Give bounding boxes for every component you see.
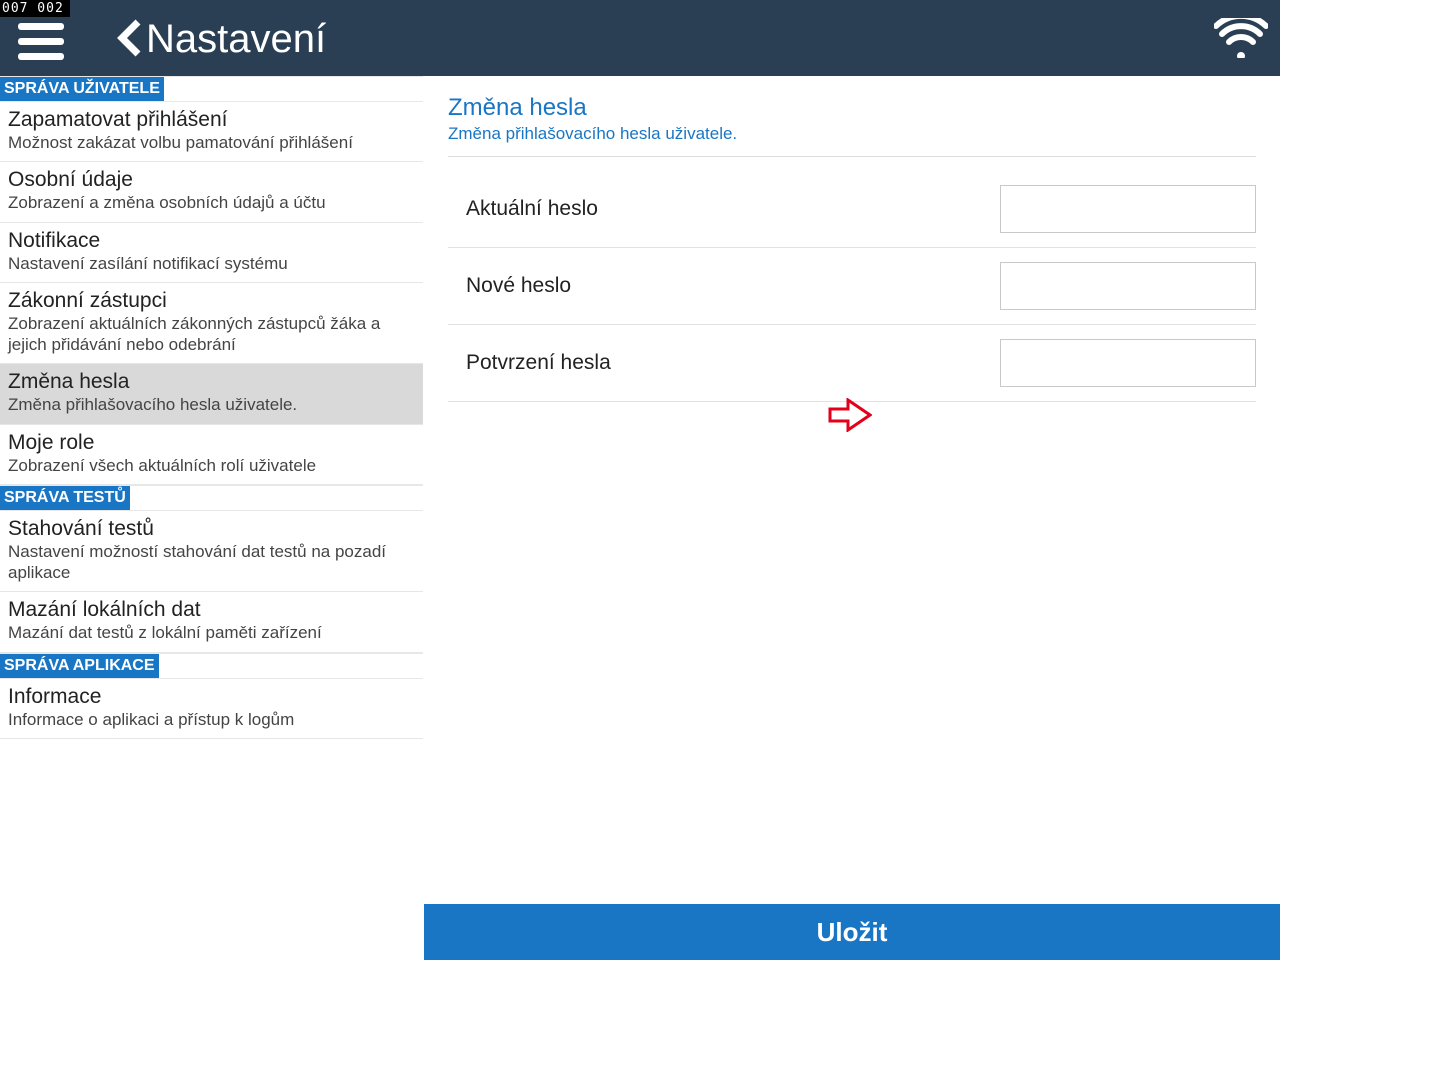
sidebar-item[interactable]: Zapamatovat přihlášeníMožnost zakázat vo…: [0, 102, 423, 162]
form-row: Potvrzení hesla: [448, 325, 1256, 402]
form-label: Aktuální heslo: [466, 197, 1000, 221]
sidebar-item-sub: Mazání dat testů z lokální paměti zaříze…: [8, 622, 415, 643]
content-subtitle: Změna přihlašovacího hesla uživatele.: [448, 124, 1256, 144]
password-input[interactable]: [1000, 262, 1256, 310]
form-label: Nové heslo: [466, 274, 1000, 298]
back-button[interactable]: [116, 18, 142, 63]
content-pane: Změna hesla Změna přihlašovacího hesla u…: [424, 76, 1280, 960]
chevron-left-icon: [116, 18, 142, 58]
sidebar-item-sub: Změna přihlašovacího hesla uživatele.: [8, 394, 415, 415]
debug-badge: 007 002: [0, 0, 70, 17]
app-header: 007 002 Nastavení: [0, 0, 1280, 76]
sidebar-item[interactable]: Stahování testůNastavení možností stahov…: [0, 511, 423, 593]
sidebar-item-title: Zapamatovat přihlášení: [8, 108, 415, 132]
sidebar-item-title: Mazání lokálních dat: [8, 598, 415, 622]
password-form: Aktuální heslo Nové heslo Potvrzení hesla: [448, 171, 1256, 402]
form-label: Potvrzení hesla: [466, 351, 1000, 375]
sidebar-item-sub: Zobrazení aktuálních zákonných zástupců …: [8, 313, 415, 356]
sidebar-item[interactable]: Změna heslaZměna přihlašovacího hesla už…: [0, 364, 423, 424]
section-header: SPRÁVA APLIKACE: [0, 654, 159, 678]
save-button[interactable]: Uložit: [424, 904, 1280, 960]
section-header: SPRÁVA UŽIVATELE: [0, 77, 164, 101]
wifi-icon: [1214, 18, 1268, 63]
sidebar-item[interactable]: Osobní údajeZobrazení a změna osobních ú…: [0, 162, 423, 222]
arrow-right-icon: [828, 398, 872, 432]
content-title: Změna hesla: [448, 94, 1256, 122]
sidebar-item-sub: Informace o aplikaci a přístup k logům: [8, 709, 415, 730]
sidebar-item[interactable]: NotifikaceNastavení zasílání notifikací …: [0, 223, 423, 283]
save-button-label: Uložit: [817, 917, 888, 948]
settings-sidebar: SPRÁVA UŽIVATELEZapamatovat přihlášeníMo…: [0, 76, 424, 960]
sidebar-item-sub: Zobrazení všech aktuálních rolí uživatel…: [8, 455, 415, 476]
page-title: Nastavení: [146, 17, 326, 62]
sidebar-item[interactable]: Mazání lokálních datMazání dat testů z l…: [0, 592, 423, 652]
sidebar-item-sub: Možnost zakázat volbu pamatování přihláš…: [8, 132, 415, 153]
form-row: Nové heslo: [448, 248, 1256, 325]
sidebar-item-title: Změna hesla: [8, 370, 415, 394]
divider: [448, 156, 1256, 157]
password-input[interactable]: [1000, 339, 1256, 387]
sidebar-item-sub: Nastavení zasílání notifikací systému: [8, 253, 415, 274]
sidebar-item[interactable]: InformaceInformace o aplikaci a přístup …: [0, 679, 423, 739]
sidebar-item-title: Osobní údaje: [8, 168, 415, 192]
sidebar-item-title: Notifikace: [8, 229, 415, 253]
menu-button[interactable]: [18, 23, 64, 60]
sidebar-item-sub: Nastavení možností stahování dat testů n…: [8, 541, 415, 584]
sidebar-item[interactable]: Zákonní zástupciZobrazení aktuálních zák…: [0, 283, 423, 365]
form-row: Aktuální heslo: [448, 171, 1256, 248]
section-header: SPRÁVA TESTŮ: [0, 486, 130, 510]
password-input[interactable]: [1000, 185, 1256, 233]
sidebar-item-sub: Zobrazení a změna osobních údajů a účtu: [8, 192, 415, 213]
sidebar-item-title: Stahování testů: [8, 517, 415, 541]
sidebar-item-title: Zákonní zástupci: [8, 289, 415, 313]
sidebar-item-title: Moje role: [8, 431, 415, 455]
sidebar-item[interactable]: Moje roleZobrazení všech aktuálních rolí…: [0, 425, 423, 485]
sidebar-item-title: Informace: [8, 685, 415, 709]
